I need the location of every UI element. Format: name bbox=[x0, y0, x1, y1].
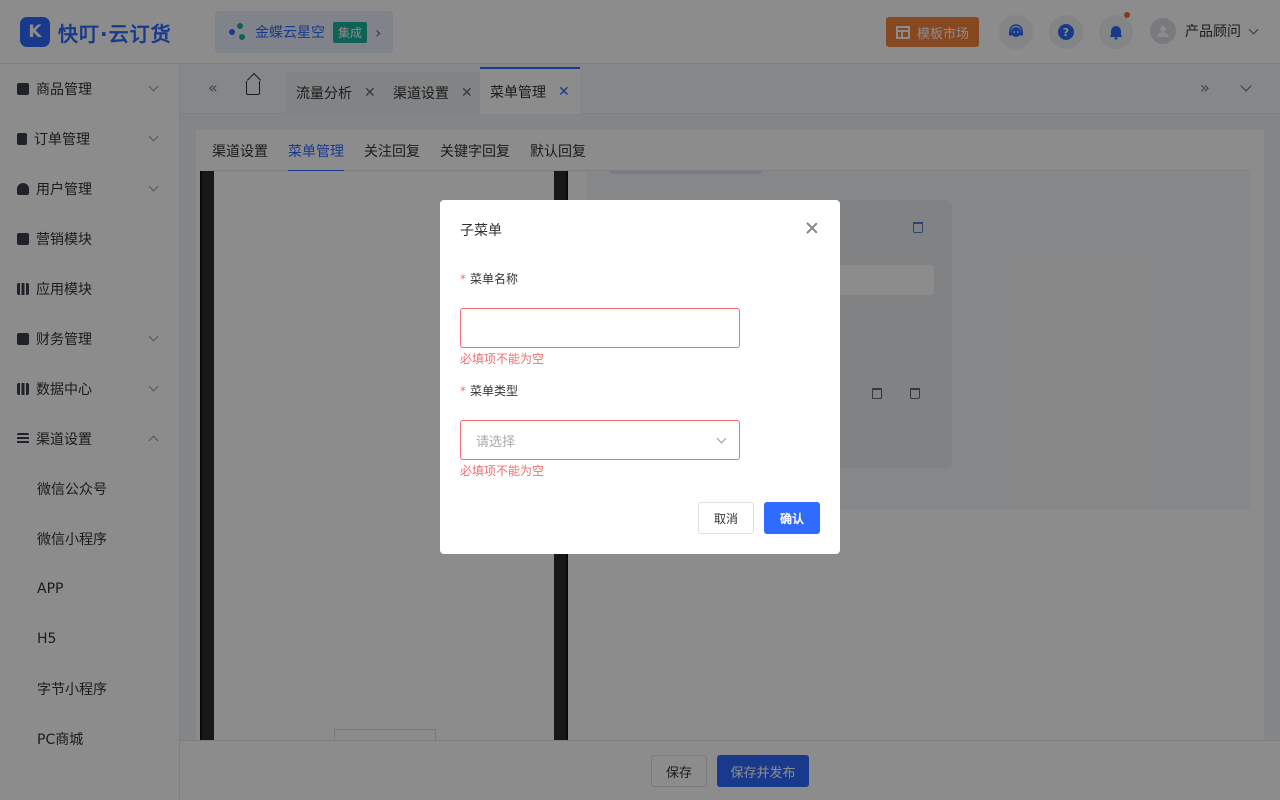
confirm-button[interactable]: 确认 bbox=[764, 502, 820, 534]
menu-name-label-text: 菜单名称 bbox=[470, 272, 519, 286]
menu-name-error: 必填项不能为空 bbox=[460, 352, 545, 366]
cancel-button[interactable]: 取消 bbox=[698, 502, 754, 534]
menu-name-input[interactable] bbox=[460, 308, 740, 348]
menu-type-select[interactable]: 请选择 bbox=[460, 420, 740, 460]
menu-type-error: 必填项不能为空 bbox=[460, 464, 545, 478]
required-mark: * bbox=[460, 384, 466, 398]
submenu-dialog: 子菜单 * 菜单名称 必填项不能为空 * 菜单类型 请选择 必填项不能为空 取消 确… bbox=[440, 200, 840, 554]
close-icon[interactable] bbox=[804, 220, 820, 236]
menu-name-label: * 菜单名称 bbox=[460, 270, 518, 287]
menu-type-label-text: 菜单类型 bbox=[470, 384, 519, 398]
dialog-title: 子菜单 bbox=[460, 223, 502, 239]
menu-type-placeholder: 请选择 bbox=[476, 434, 516, 450]
required-mark: * bbox=[460, 272, 466, 286]
menu-type-label: * 菜单类型 bbox=[460, 382, 518, 399]
chevron-down-icon bbox=[716, 433, 727, 444]
